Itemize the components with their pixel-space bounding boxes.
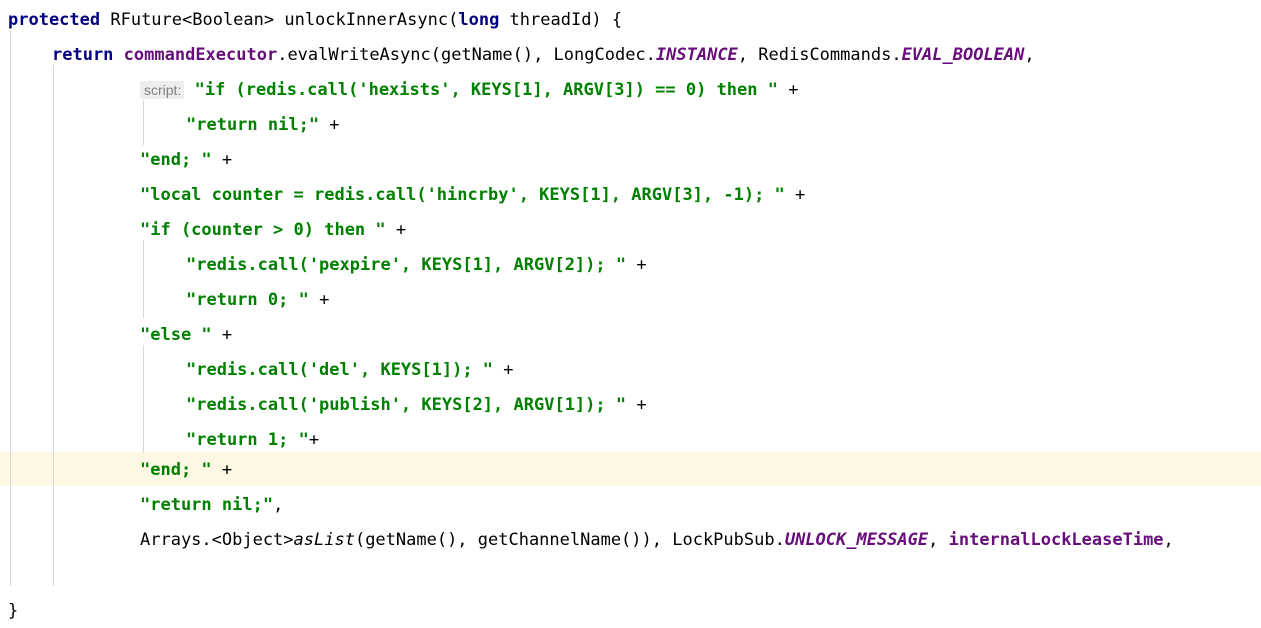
code-token-string: "return 0; " — [186, 290, 309, 310]
code-token-string: "else " — [140, 325, 212, 345]
code-token-string: "if (redis.call('hexists', KEYS[1], ARGV… — [194, 80, 778, 100]
code-token-string: "redis.call('del', KEYS[1]); " — [186, 360, 494, 380]
line-return-0[interactable]: "return 0; " + — [0, 283, 1261, 318]
code-token-plain: + — [626, 255, 647, 275]
code-token-plain: , — [928, 530, 949, 550]
code-token-plain: + — [211, 460, 233, 480]
code-token-field: commandExecutor — [123, 45, 278, 65]
line-method-signature[interactable]: protected RFuture<Boolean> unlockInnerAs… — [0, 3, 1261, 38]
code-token-string: "return nil;" — [140, 495, 274, 515]
line-return-nil-1[interactable]: "return nil;" + — [0, 108, 1261, 143]
code-token-string: "return nil;" — [186, 115, 320, 135]
line-end-1[interactable]: "end; " + — [0, 143, 1261, 178]
code-token-plain: + — [211, 150, 233, 170]
code-token-staticmt: asList — [293, 530, 355, 550]
code-token-static: INSTANCE — [655, 45, 738, 65]
line-local-counter[interactable]: "local counter = redis.call('hincrby', K… — [0, 178, 1261, 213]
code-token-static: UNLOCK_MESSAGE — [784, 530, 929, 550]
code-token-plain: Arrays.<Object> — [140, 530, 294, 550]
code-token-plain: + — [493, 360, 514, 380]
parameter-hint-badge: script: — [140, 81, 185, 99]
code-token-static: EVAL_BOOLEAN — [901, 45, 1025, 65]
code-token-plain: + — [626, 395, 647, 415]
code-token-plain: , — [1163, 530, 1174, 550]
code-token-plain: + — [319, 115, 340, 135]
code-token-plain: + — [308, 290, 330, 310]
code-token-string: "redis.call('publish', KEYS[2], ARGV[1])… — [186, 395, 627, 415]
code-token-plain: RFuture<Boolean> unlockInnerAsync( — [100, 10, 459, 30]
line-pexpire[interactable]: "redis.call('pexpire', KEYS[1], ARGV[2])… — [0, 248, 1261, 283]
code-token-string: "if (counter > 0) then " — [140, 220, 386, 240]
line-else[interactable]: "else " + — [0, 318, 1261, 353]
code-token-keyword: long — [458, 10, 500, 30]
line-closing-brace[interactable]: } — [0, 594, 1261, 628]
code-token-plain: , RedisCommands. — [737, 45, 902, 65]
line-end-2[interactable]: "end; " + — [0, 453, 1261, 488]
code-token-field: internalLockLeaseTime — [948, 530, 1164, 550]
code-token-plain: (getName(), getChannelName()), LockPubSu… — [354, 530, 785, 550]
code-token-keyword: protected — [8, 10, 101, 30]
code-token-plain: + — [211, 325, 233, 345]
line-arrays-aslist[interactable]: Arrays.<Object>asList(getName(), getChan… — [0, 523, 1261, 558]
code-token-string: "redis.call('pexpire', KEYS[1], ARGV[2])… — [186, 255, 627, 275]
code-token-string: "end; " — [140, 150, 212, 170]
code-token-plain: , — [1024, 45, 1035, 65]
code-token-string: "end; " — [140, 460, 212, 480]
code-editor-view[interactable]: protected RFuture<Boolean> unlockInnerAs… — [0, 0, 1261, 628]
code-token-plain: .evalWriteAsync(getName(), LongCodec. — [277, 45, 656, 65]
code-token-plain: + — [784, 185, 806, 205]
code-token-plain: threadId) { — [499, 10, 623, 30]
code-token-plain: + — [777, 80, 799, 100]
line-script-if-hexists[interactable]: script: "if (redis.call('hexists', KEYS[… — [0, 73, 1261, 108]
code-token-string: "return 1; " — [186, 430, 309, 450]
line-return-eval[interactable]: return commandExecutor.evalWriteAsync(ge… — [0, 38, 1261, 73]
line-del[interactable]: "redis.call('del', KEYS[1]); " + — [0, 353, 1261, 388]
code-token-keyword: return — [52, 45, 114, 65]
code-token-string: "local counter = redis.call('hincrby', K… — [140, 185, 785, 205]
line-if-counter[interactable]: "if (counter > 0) then " + — [0, 213, 1261, 248]
code-token-plain: + — [308, 430, 320, 450]
line-return-nil-2[interactable]: "return nil;", — [0, 488, 1261, 523]
code-token-plain: } — [8, 601, 19, 621]
code-token-plain: , — [273, 495, 284, 515]
line-publish[interactable]: "redis.call('publish', KEYS[2], ARGV[1])… — [0, 388, 1261, 423]
code-token-plain: + — [385, 220, 407, 240]
hint-spacer — [184, 80, 194, 100]
